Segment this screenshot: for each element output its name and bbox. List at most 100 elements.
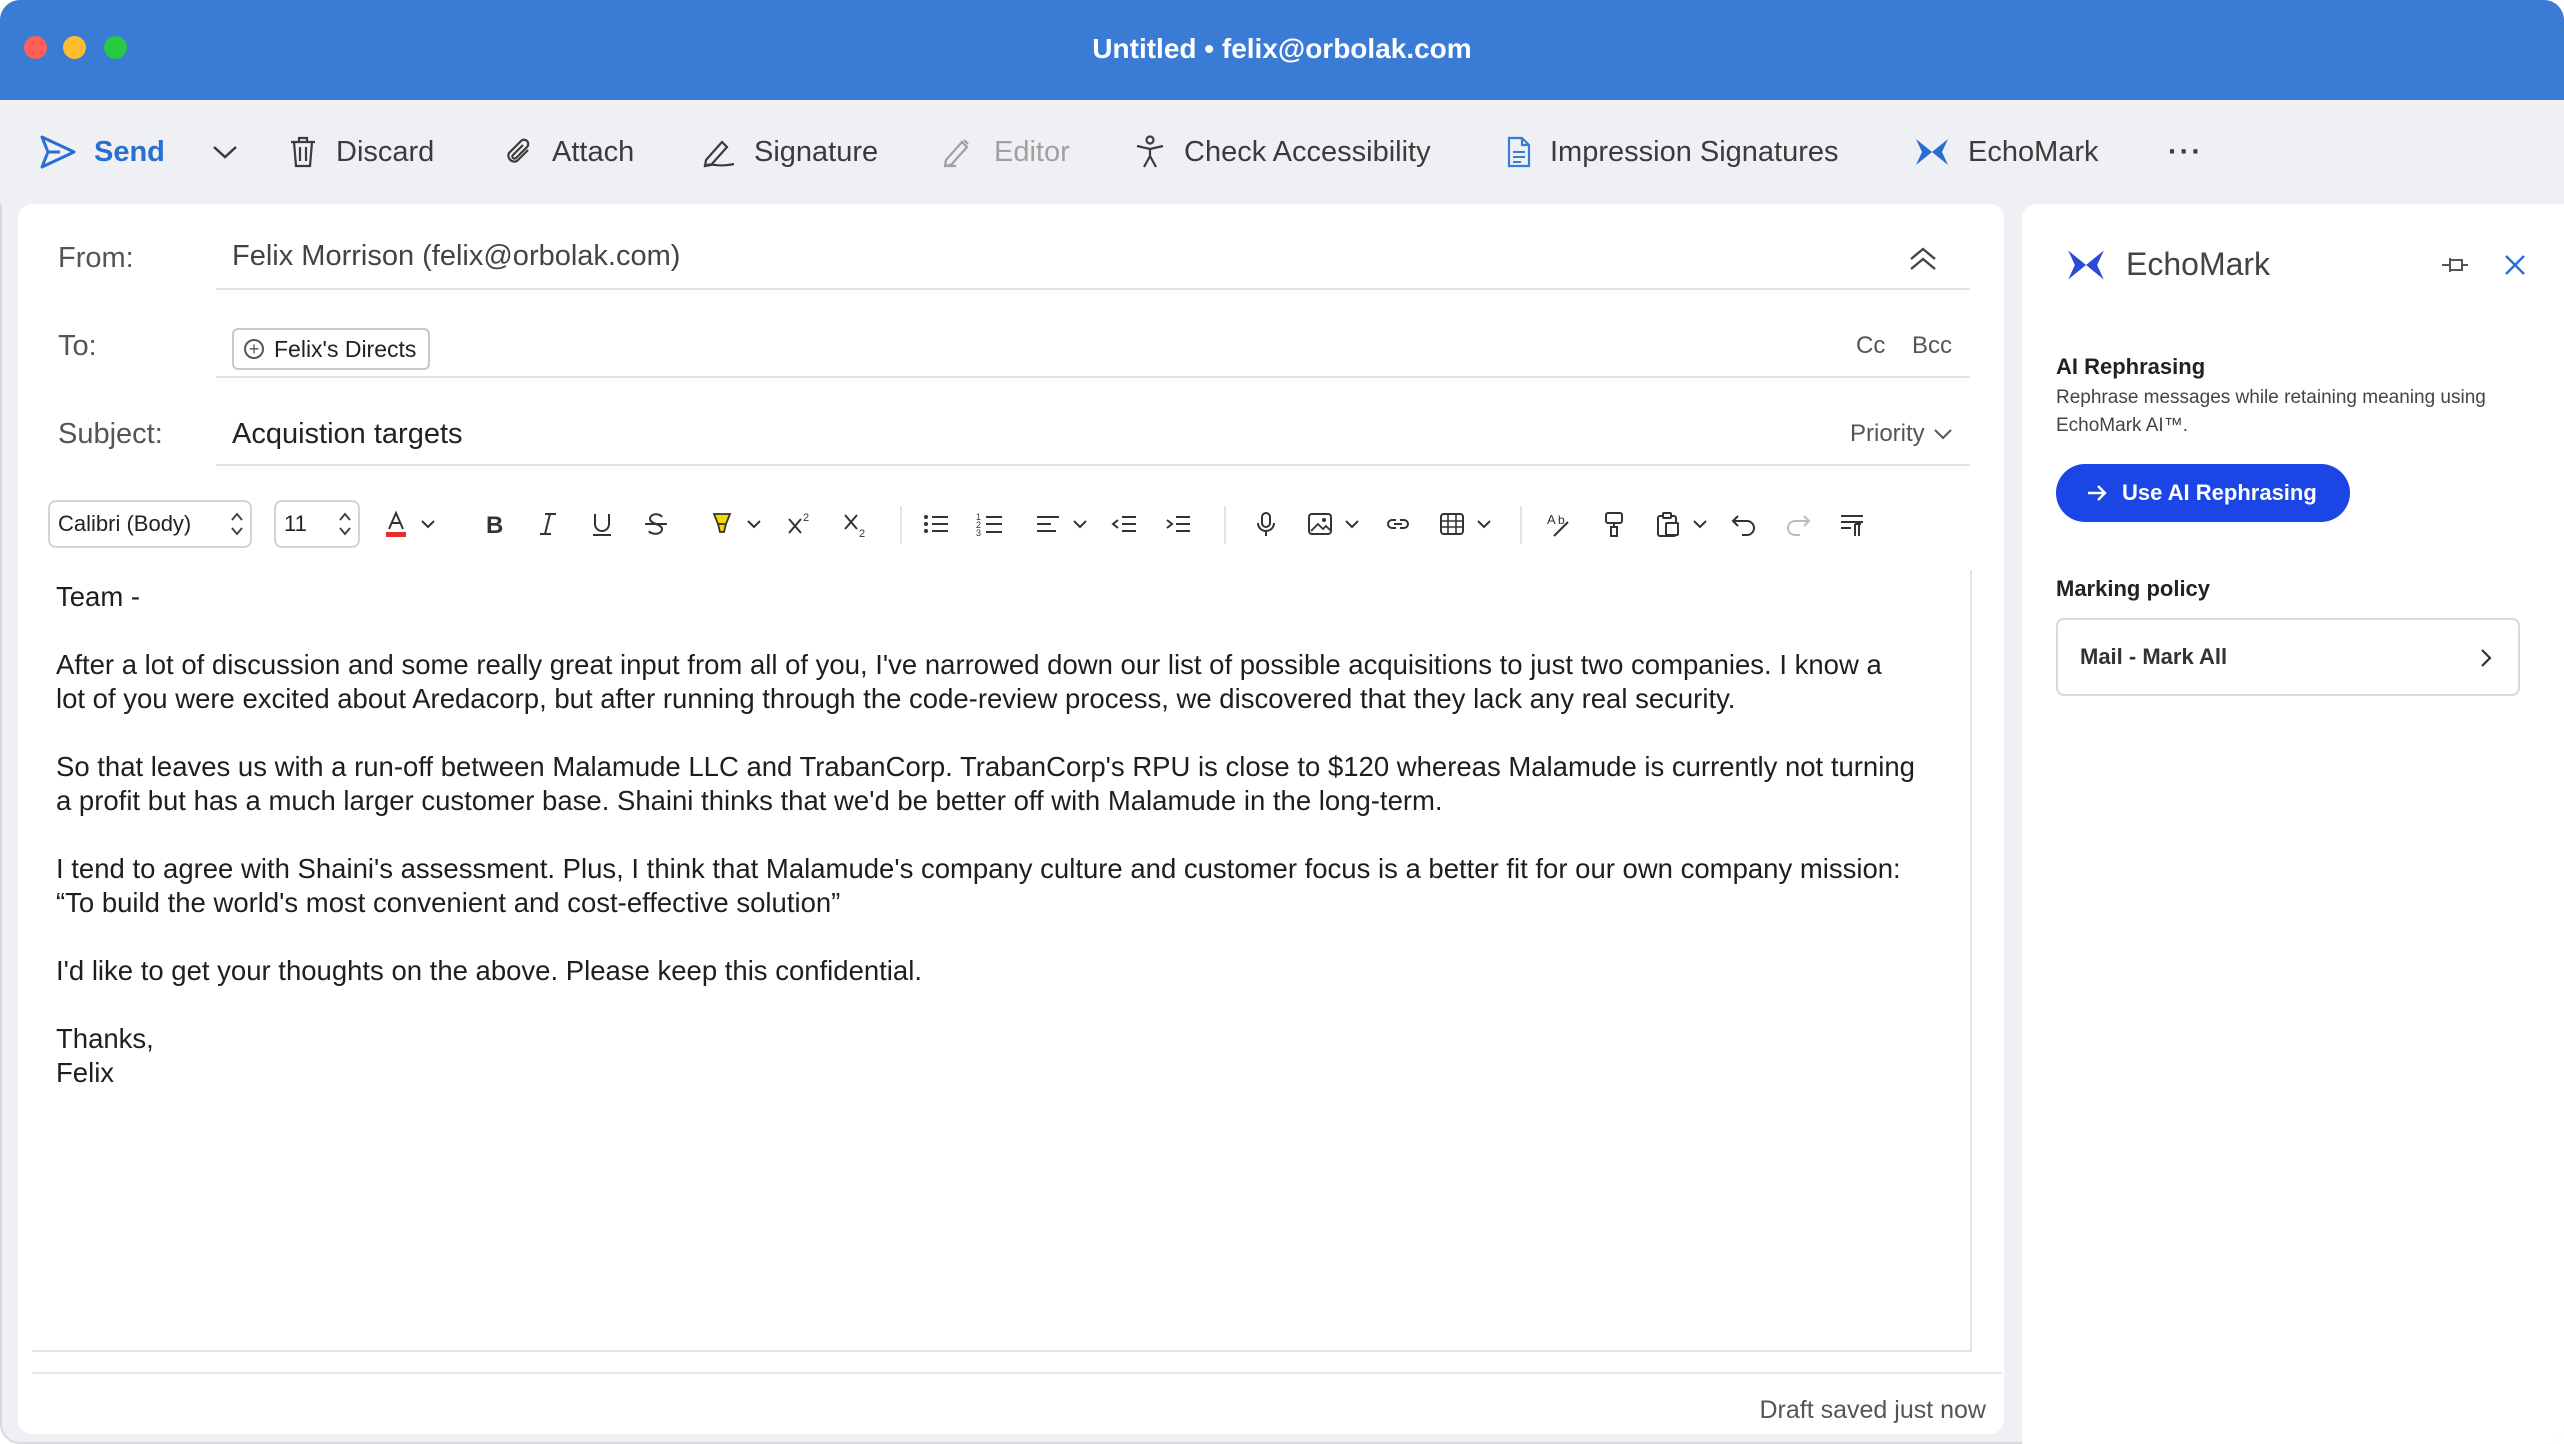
send-label: Send — [94, 135, 165, 168]
format-separator — [900, 506, 902, 544]
send-button[interactable]: Send — [40, 100, 165, 204]
priority-dropdown[interactable]: Priority — [1850, 420, 1953, 448]
message-body[interactable]: Team - After a lot of discussion and som… — [32, 570, 1972, 1352]
marking-policy-value: Mail - Mark All — [2080, 644, 2228, 669]
ai-rephrasing-description: Rephrase messages while retaining meanin… — [2056, 387, 2486, 436]
impression-signatures-label: Impression Signatures — [1550, 135, 1839, 168]
from-field[interactable]: Felix Morrison (felix@orbolak.com) — [232, 240, 680, 273]
pin-icon[interactable] — [2440, 252, 2470, 278]
chevron-down-icon[interactable] — [746, 510, 762, 538]
align-left-icon[interactable] — [1034, 510, 1062, 538]
window-title: Untitled • felix@orbolak.com — [1092, 33, 1472, 64]
link-icon[interactable] — [1384, 510, 1412, 538]
format-toolbar: Calibri (Body) 11 B 2 2 123 A b — [48, 494, 1948, 552]
impression-signatures-button[interactable]: Impression Signatures — [1506, 100, 1839, 204]
status-divider — [32, 1372, 2002, 1374]
editor-label: Editor — [994, 135, 1070, 168]
chevron-down-icon — [213, 146, 237, 159]
format-separator — [1224, 506, 1226, 544]
collapse-header-icon[interactable] — [1908, 246, 1938, 272]
paperclip-icon — [507, 138, 530, 163]
use-ai-rephrasing-label: Use AI Rephrasing — [2122, 480, 2317, 505]
signature-button[interactable]: Signature — [702, 100, 878, 204]
subject-label: Subject: — [58, 418, 163, 450]
table-icon[interactable] — [1438, 510, 1466, 538]
subject-field[interactable]: Acquistion targets — [232, 418, 463, 451]
pane-title: EchoMark — [2126, 246, 2271, 282]
svg-text:A: A — [1547, 512, 1556, 527]
insert-picture-icon[interactable] — [1306, 510, 1334, 538]
more-options-button[interactable]: ··· — [2168, 100, 2203, 204]
editor-pen-icon — [943, 139, 969, 168]
check-accessibility-label: Check Accessibility — [1184, 135, 1431, 168]
signature-label: Signature — [754, 135, 879, 168]
chevron-down-icon[interactable] — [1692, 510, 1708, 538]
paragraph-options-icon[interactable] — [1838, 510, 1866, 538]
bulleted-list-icon[interactable] — [922, 510, 950, 538]
close-icon[interactable] — [2502, 252, 2528, 278]
font-size-select[interactable]: 11 — [274, 500, 360, 548]
message-body-text: Team - After a lot of discussion and som… — [56, 580, 1916, 1090]
chevron-down-icon[interactable] — [1072, 510, 1088, 538]
stepper-icon — [339, 512, 351, 536]
send-icon — [40, 135, 76, 169]
discard-label: Discard — [336, 135, 435, 168]
priority-label: Priority — [1850, 420, 1925, 447]
spelling-icon[interactable]: Ab — [1546, 510, 1574, 538]
echomark-button[interactable]: EchoMark — [1914, 100, 2099, 204]
trash-icon — [291, 136, 315, 168]
send-options-dropdown[interactable] — [212, 100, 256, 204]
discard-button[interactable]: Discard — [288, 100, 434, 204]
marking-policy-heading: Marking policy — [2056, 576, 2211, 601]
cc-button[interactable]: Cc — [1856, 332, 1885, 360]
underline-icon[interactable] — [588, 510, 616, 538]
recipient-name: Felix's Directs — [274, 335, 417, 362]
draft-status: Draft saved just now — [1759, 1396, 1987, 1424]
title-bar: Untitled • felix@orbolak.com — [0, 0, 2564, 100]
highlight-icon[interactable] — [708, 510, 736, 538]
from-label: From: — [58, 242, 134, 274]
superscript-icon[interactable]: 2 — [786, 510, 814, 538]
strikethrough-icon[interactable] — [642, 510, 670, 538]
to-divider — [216, 376, 1970, 378]
italic-icon[interactable] — [534, 510, 562, 538]
expand-group-icon[interactable]: + — [244, 339, 264, 359]
decrease-indent-icon[interactable] — [1110, 510, 1138, 538]
redo-icon[interactable] — [1784, 510, 1812, 538]
undo-icon[interactable] — [1730, 510, 1758, 538]
bcc-button[interactable]: Bcc — [1912, 332, 1952, 360]
dictate-microphone-icon[interactable] — [1252, 510, 1280, 538]
chevron-down-icon[interactable] — [1344, 510, 1360, 538]
chevron-down-icon[interactable] — [1476, 510, 1492, 538]
font-family-select[interactable]: Calibri (Body) — [48, 500, 252, 548]
numbered-list-icon[interactable]: 123 — [976, 510, 1004, 538]
use-ai-rephrasing-button[interactable]: Use AI Rephrasing — [2056, 464, 2350, 522]
format-painter-icon[interactable] — [1600, 510, 1628, 538]
svg-text:B: B — [486, 512, 503, 538]
subscript-icon[interactable]: 2 — [842, 510, 870, 538]
recipient-chip[interactable]: + Felix's Directs — [232, 328, 431, 370]
body-greeting: Team - — [56, 581, 141, 612]
paste-icon[interactable] — [1654, 510, 1682, 538]
body-paragraph: So that leaves us with a run-off between… — [56, 751, 1915, 816]
attach-button[interactable]: Attach — [504, 100, 634, 204]
document-icon — [1507, 136, 1531, 168]
editor-button[interactable]: Editor — [942, 100, 1070, 204]
svg-text:2: 2 — [803, 512, 809, 524]
bold-icon[interactable]: B — [480, 510, 508, 538]
check-accessibility-button[interactable]: Check Accessibility — [1134, 100, 1431, 204]
increase-indent-icon[interactable] — [1164, 510, 1192, 538]
accessibility-icon — [1136, 135, 1164, 168]
stepper-icon — [231, 512, 243, 536]
font-family-value: Calibri (Body) — [58, 511, 192, 536]
font-size-value: 11 — [284, 511, 307, 536]
ai-rephrasing-heading: AI Rephrasing — [2056, 354, 2206, 379]
svg-text:3: 3 — [976, 528, 981, 538]
body-closing: Thanks, — [56, 1023, 154, 1054]
signature-pen-icon — [703, 140, 735, 168]
compose-card: From: Felix Morrison (felix@orbolak.com)… — [18, 204, 2004, 1434]
marking-policy-selector[interactable]: Mail - Mark All — [2056, 618, 2520, 696]
chevron-down-icon[interactable] — [420, 510, 436, 538]
body-paragraph: I tend to agree with Shaini's assessment… — [56, 853, 1901, 918]
font-color-icon[interactable] — [382, 510, 410, 538]
